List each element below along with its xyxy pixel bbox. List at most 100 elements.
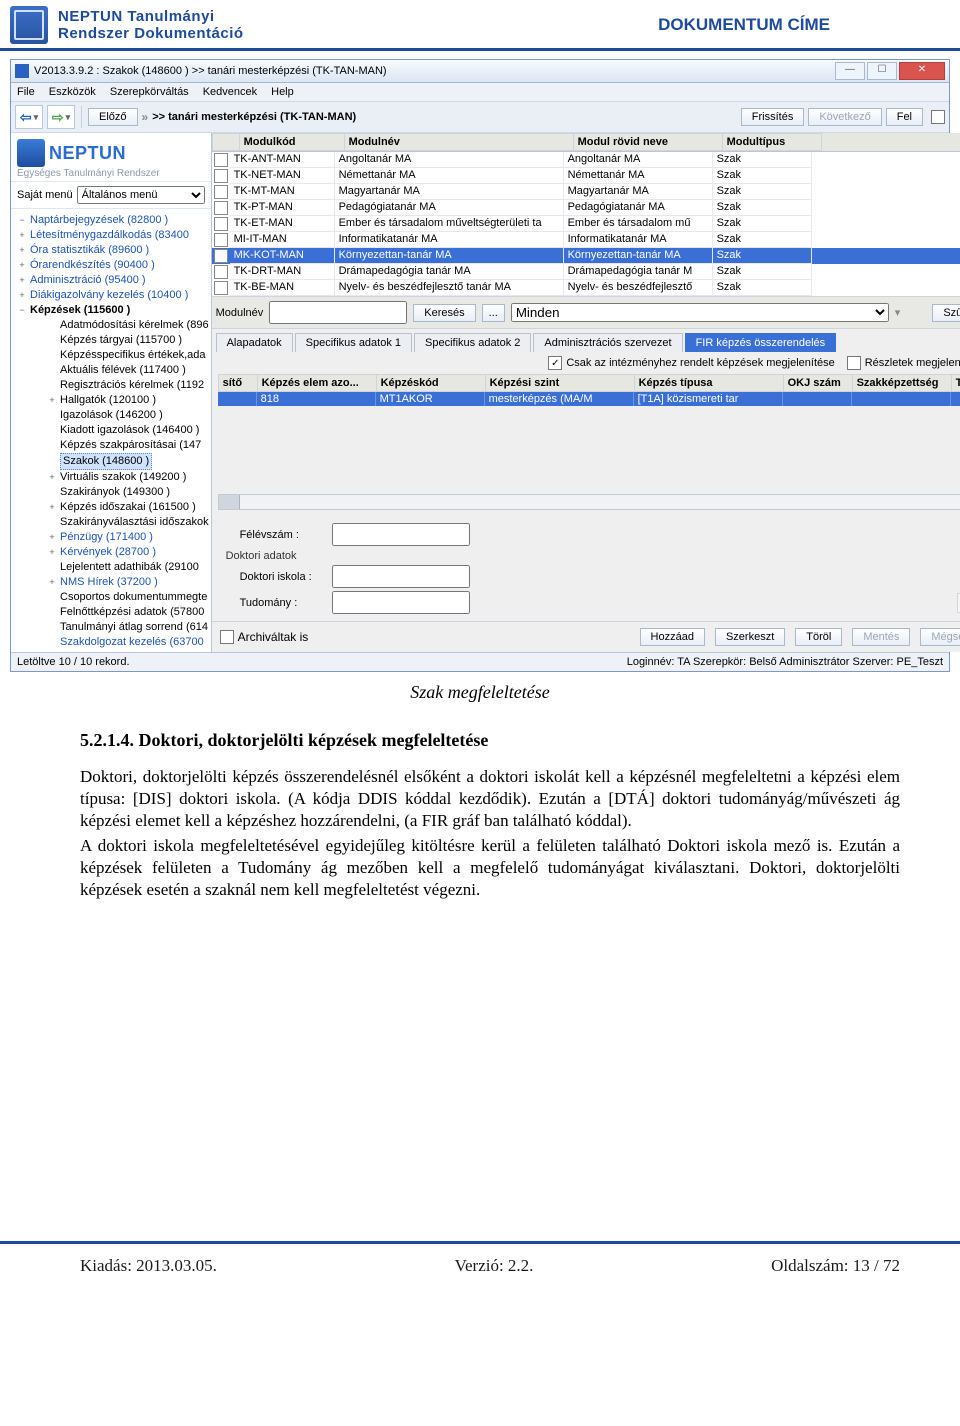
tree-node[interactable]: Igazolások (146200 ) (17, 408, 209, 423)
cancel-button[interactable]: Mégsem (920, 628, 960, 646)
subgrid-col-header[interactable]: Képzés elem azo... (258, 374, 377, 392)
tab[interactable]: Specifikus adatok 2 (414, 333, 531, 352)
add-button[interactable]: Hozzáad (640, 628, 705, 646)
edit-button[interactable]: Szerkeszt (715, 628, 785, 646)
tree-node[interactable]: Adatmódosítási kérelmek (896 (17, 318, 209, 333)
subgrid-col-header[interactable]: To (952, 374, 960, 392)
tree-node[interactable]: +Adminisztráció (95400 ) (17, 273, 209, 288)
nav-tree[interactable]: −Naptárbejegyzések (82800 )+Létesítményg… (11, 209, 211, 649)
save-button[interactable]: Mentés (852, 628, 910, 646)
search-scope-select[interactable]: Minden (511, 303, 889, 322)
nav-toolbar: ⇦▾ ⇨▾ Előző »>> tanári mesterképzési (TK… (11, 102, 949, 133)
sajat-menu-label: Saját menü (17, 189, 73, 201)
delete-button[interactable]: Töröl (795, 628, 842, 646)
module-grid[interactable]: TK-ANT-MANAngoltanár MAAngoltanár MASzak… (212, 152, 960, 296)
grid-row[interactable]: TK-NET-MANNémettanár MANémettanár MASzak (212, 168, 960, 184)
tree-node[interactable]: +NMS Hírek (37200 ) (17, 575, 209, 590)
tree-node[interactable]: +Diákigazolvány kezelés (10400 ) (17, 288, 209, 303)
tree-node[interactable]: Regisztrációs kérelmek (1192 (17, 378, 209, 393)
tree-node[interactable]: Képzés szakpárosításai (147 (17, 438, 209, 453)
tree-node[interactable]: Szakok (148600 ) (17, 453, 209, 470)
grid-col-header[interactable] (212, 133, 240, 151)
tree-node[interactable]: Szakirányok (149300 ) (17, 485, 209, 500)
sidebar-brand-name: NEPTUN (49, 143, 126, 164)
horizontal-scrollbar[interactable]: ▸ (218, 494, 960, 510)
tree-node[interactable]: Képzésspecifikus értékek,ada (17, 348, 209, 363)
tree-node[interactable]: +Képzés időszakai (161500 ) (17, 500, 209, 515)
tab[interactable]: Adminisztrációs szervezet (533, 333, 682, 352)
tree-node[interactable]: Tanulmányi átlag sorrend (614 (17, 620, 209, 635)
tudomany-input[interactable] (332, 591, 470, 614)
grid-row[interactable]: TK-ANT-MANAngoltanár MAAngoltanár MASzak (212, 152, 960, 168)
menu-favorites[interactable]: Kedvencek (203, 86, 257, 98)
grid-row[interactable]: MI-IT-MANInformatikatanár MAInformatikat… (212, 232, 960, 248)
tree-node[interactable]: +Pénzügy (171400 ) (17, 530, 209, 545)
archived-checkbox[interactable]: Archiváltak is (220, 630, 309, 644)
felevszam-input[interactable] (332, 523, 470, 546)
tree-node[interactable]: Csoportos dokumentummegte (17, 590, 209, 605)
subgrid-col-header[interactable]: Szakképzettség (853, 374, 952, 392)
sidebar: NEPTUN Egységes Tanulmányi Rendszer Sajá… (11, 133, 212, 652)
tree-node[interactable]: Aktuális félévek (117400 ) (17, 363, 209, 378)
tree-node[interactable]: Képzés tárgyai (115700 ) (17, 333, 209, 348)
tree-node[interactable]: +Órarendkészítés (90400 ) (17, 258, 209, 273)
grid-row[interactable]: MK-KOT-MANKörnyezettan-tanár MAKörnyezet… (212, 248, 960, 264)
tree-node[interactable]: Lejelentett adathibák (29100 (17, 560, 209, 575)
grid-col-header[interactable]: Modul rövid neve (574, 133, 723, 151)
subgrid-col-header[interactable]: Képzéskód (377, 374, 486, 392)
sajat-menu-select[interactable]: Általános menü (77, 186, 205, 204)
tab[interactable]: FIR képzés összerendelés (685, 333, 837, 352)
tree-node[interactable]: +Hallgatók (120100 ) (17, 393, 209, 408)
only-inst-checkbox[interactable]: ✓Csak az intézményhez rendelt képzések m… (548, 356, 834, 370)
subgrid-col-header[interactable]: Képzési szint (486, 374, 635, 392)
tree-node[interactable]: Felnőttképzési adatok (57800 (17, 605, 209, 620)
grid-row[interactable]: TK-PT-MANPedagógiatanár MAPedagógiatanár… (212, 200, 960, 216)
menu-file[interactable]: File (17, 86, 35, 98)
tree-node[interactable]: −Naptárbejegyzések (82800 ) (17, 213, 209, 228)
subgrid-col-header[interactable]: OKJ szám (784, 374, 853, 392)
prev-button[interactable]: Előző (88, 108, 138, 126)
details-checkbox[interactable]: Részletek megjelenítése (847, 356, 960, 370)
filter-button[interactable]: Szűrés (932, 304, 960, 322)
titlebar: V2013.3.9.2 : Szakok (148600 ) >> tanári… (11, 60, 949, 83)
next-button[interactable]: Következő (808, 108, 881, 126)
tree-node[interactable]: +Óra statisztikák (89600 ) (17, 243, 209, 258)
tree-node[interactable]: −Képzések (115600 ) (17, 303, 209, 318)
maximize-button[interactable]: ☐ (867, 62, 897, 80)
menu-tools[interactable]: Eszközök (49, 86, 96, 98)
grid-col-header[interactable]: Modulnév (345, 133, 574, 151)
up-button[interactable]: Fel (886, 108, 923, 126)
grid-row[interactable]: TK-BE-MANNyelv- és beszédfejlesztő tanár… (212, 280, 960, 296)
forward-button[interactable]: ⇨▾ (47, 105, 75, 129)
minimize-button[interactable]: — (835, 62, 865, 80)
tree-node[interactable]: Kiadott igazolások (146400 ) (17, 423, 209, 438)
grid-row[interactable]: TK-DRT-MANDrámapedagógia tanár MADrámape… (212, 264, 960, 280)
window-title: V2013.3.9.2 : Szakok (148600 ) >> tanári… (34, 65, 387, 77)
figure-caption: Szak megfeleltetése (0, 682, 960, 703)
tab[interactable]: Specifikus adatok 1 (295, 333, 412, 352)
subgrid-row[interactable]: 818MT1AKORmesterképzés (MA/M[T1A] közism… (218, 392, 960, 406)
tree-node[interactable]: Szakirányválasztási időszakok (17, 515, 209, 530)
doktori-iskola-input[interactable] (332, 565, 470, 588)
pin-icon[interactable] (931, 110, 945, 124)
tree-node[interactable]: +Kérvények (28700 ) (17, 545, 209, 560)
tree-node[interactable]: Szakdolgozat kezelés (63700 (17, 635, 209, 649)
search-input[interactable] (269, 301, 407, 324)
refresh-button[interactable]: Frissítés (741, 108, 805, 126)
form-remove-button[interactable]: X (957, 593, 960, 613)
grid-col-header[interactable]: Modulkód (240, 133, 345, 151)
search-ellipsis-button[interactable]: ... (482, 304, 505, 322)
grid-row[interactable]: TK-MT-MANMagyartanár MAMagyartanár MASza… (212, 184, 960, 200)
back-button[interactable]: ⇦▾ (15, 105, 43, 129)
tree-node[interactable]: +Létesítménygazdálkodás (83400 (17, 228, 209, 243)
menu-help[interactable]: Help (271, 86, 294, 98)
subgrid-col-header[interactable]: Képzés típusa (635, 374, 784, 392)
tree-node[interactable]: +Virtuális szakok (149200 ) (17, 470, 209, 485)
search-button[interactable]: Keresés (413, 304, 475, 322)
tab[interactable]: Alapadatok (216, 333, 293, 352)
close-button[interactable]: ✕ (899, 62, 945, 80)
grid-row[interactable]: TK-ET-MANEmber és társadalom műveltségte… (212, 216, 960, 232)
subgrid-col-header[interactable]: sítő (218, 374, 258, 392)
grid-col-header[interactable]: Modultípus (723, 133, 822, 151)
menu-roleswitch[interactable]: Szerepkörváltás (110, 86, 189, 98)
